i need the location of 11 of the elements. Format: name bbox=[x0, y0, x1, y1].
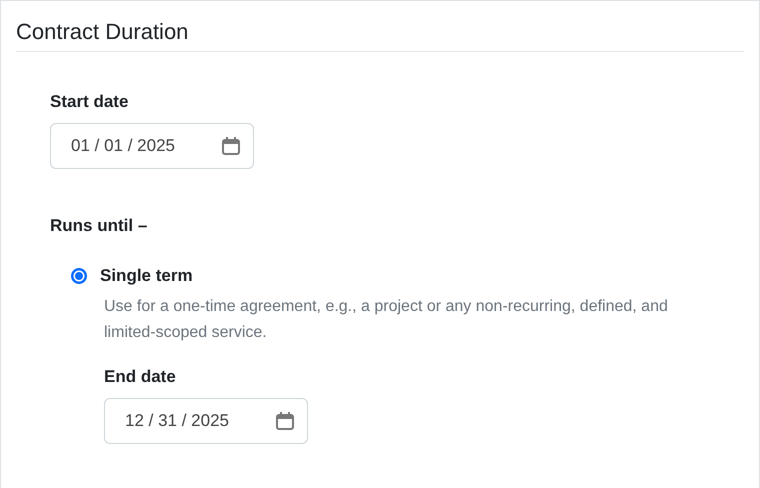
calendar-icon bbox=[221, 136, 241, 156]
date-field[interactable]: 01 / 01 / 2025 bbox=[50, 123, 254, 169]
option-description: Use for a one-time agreement, e.g., a project or any non-recurring, defined, and limited-scoped service. bbox=[104, 297, 669, 343]
date-field[interactable]: 12 / 31 / 2025 bbox=[104, 398, 308, 444]
field-label: End date bbox=[104, 367, 176, 387]
field-label: Runs until – bbox=[50, 216, 148, 236]
radio-label[interactable]: Single term bbox=[100, 266, 193, 286]
radio-button[interactable] bbox=[70, 267, 88, 285]
section-title: Contract Duration bbox=[16, 18, 190, 46]
calendar-icon bbox=[275, 411, 295, 431]
field-label: Start date bbox=[50, 92, 128, 112]
